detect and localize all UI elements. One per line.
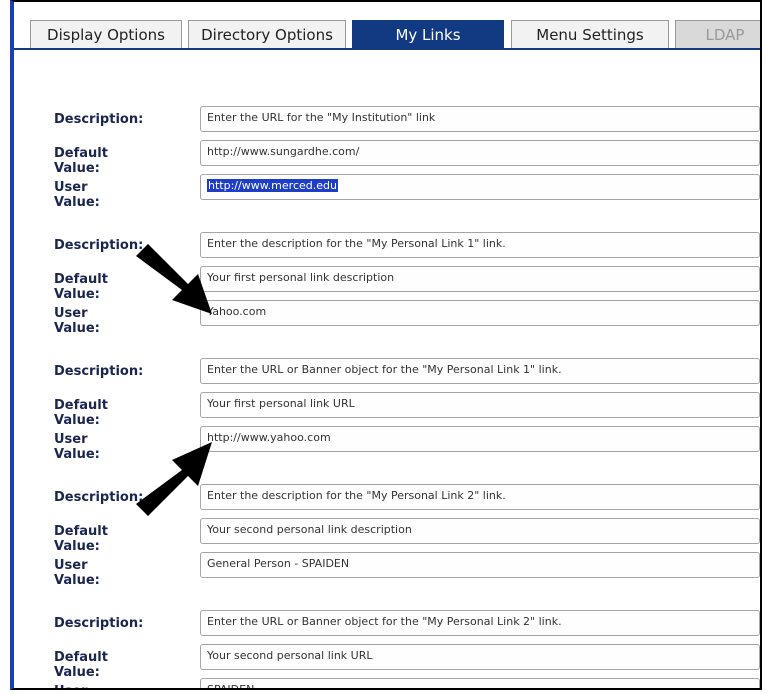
tab-ldap[interactable]: LDAP <box>675 20 760 48</box>
preferences-panel: Display Options Directory Options My Lin… <box>10 0 762 690</box>
institution-default-field: http://www.sungardhe.com/ <box>200 140 760 166</box>
link1-description-field: Enter the description for the "My Person… <box>200 232 760 258</box>
tab-directory-options[interactable]: Directory Options <box>188 20 346 48</box>
tab-display-options[interactable]: Display Options <box>30 20 182 48</box>
description-label: Description: <box>54 112 144 127</box>
default-value-label: Default Value: <box>54 398 108 428</box>
default-value-label: Default Value: <box>54 146 108 176</box>
institution-user-value-input[interactable]: http://www.merced.edu <box>200 174 760 200</box>
tab-menu-settings[interactable]: Menu Settings <box>511 20 669 48</box>
user-value-label: User Value: <box>54 684 100 688</box>
description-label: Description: <box>54 490 144 505</box>
default-value-label: Default Value: <box>54 272 108 302</box>
link2-url-description-field: Enter the URL or Banner object for the "… <box>200 610 760 636</box>
callout-arrow-icon <box>136 442 212 516</box>
default-value-label: Default Value: <box>54 524 108 554</box>
link2-description-field: Enter the description for the "My Person… <box>200 484 760 510</box>
link1-user-value-input[interactable]: Yahoo.com <box>200 300 760 326</box>
description-label: Description: <box>54 616 144 631</box>
tab-bar: Display Options Directory Options My Lin… <box>14 2 760 52</box>
link2-url-user-value-input[interactable]: SPAIDEN <box>200 678 760 688</box>
link1-default-field: Your first personal link description <box>200 266 760 292</box>
link1-url-default-field: Your first personal link URL <box>200 392 760 418</box>
tab-underline <box>14 48 760 50</box>
link2-user-value-input[interactable]: General Person - SPAIDEN <box>200 552 760 578</box>
tab-my-links[interactable]: My Links <box>352 20 504 48</box>
user-value-label: User Value: <box>54 306 100 336</box>
link1-url-description-field: Enter the URL or Banner object for the "… <box>200 358 760 384</box>
description-label: Description: <box>54 364 144 379</box>
callout-arrow-icon <box>136 244 212 314</box>
link2-default-field: Your second personal link description <box>200 518 760 544</box>
user-value-label: User Value: <box>54 180 100 210</box>
link2-url-default-field: Your second personal link URL <box>200 644 760 670</box>
default-value-label: Default Value: <box>54 650 108 680</box>
institution-description-field: Enter the URL for the "My Institution" l… <box>200 106 760 132</box>
selected-text: http://www.merced.edu <box>207 179 338 192</box>
description-label: Description: <box>54 238 144 253</box>
user-value-label: User Value: <box>54 558 100 588</box>
link1-url-user-value-input[interactable]: http://www.yahoo.com <box>200 426 760 452</box>
user-value-label: User Value: <box>54 432 100 462</box>
